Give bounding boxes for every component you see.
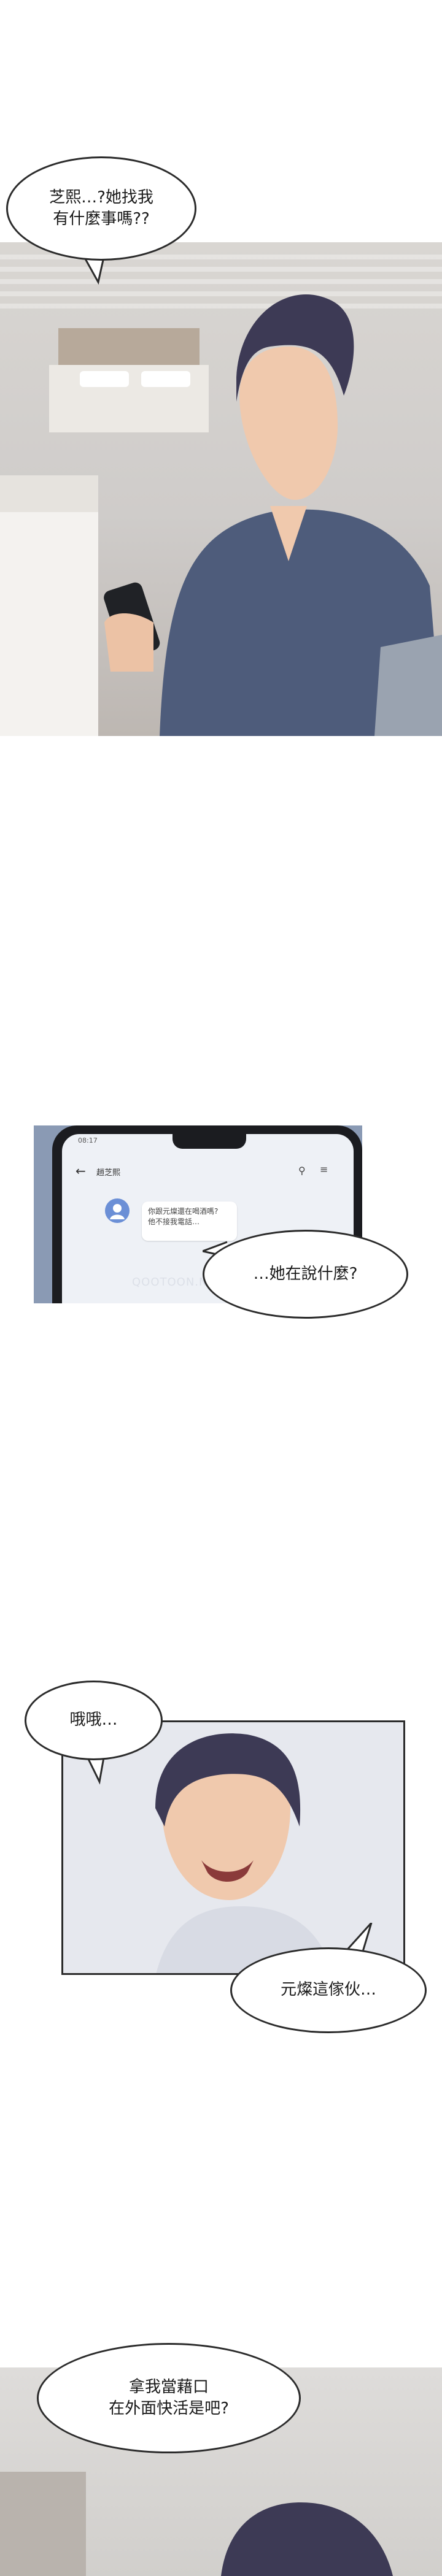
search-icon[interactable]: ⚲ (298, 1165, 306, 1176)
back-arrow-icon[interactable]: ← (76, 1163, 86, 1178)
contact-name: 趙芝熙 (96, 1168, 121, 1178)
chat-message-text: 你跟元燦還在喝酒嗎? 他不接我電話… (148, 1207, 219, 1226)
panel-bedroom (0, 242, 442, 736)
laptop-illustration (374, 635, 442, 736)
speech-text: 哦哦… (69, 1711, 118, 1730)
speech-bubble: …她在說什麼? (203, 1230, 408, 1319)
speech-text: 拿我當藉口 在外面快活是吧? (109, 2377, 229, 2418)
speech-bubble: 拿我當藉口 在外面快活是吧? (37, 2343, 301, 2453)
speech-bubble: 芝熙…?她找我 有什麼事嗎?? (6, 156, 196, 261)
speech-text: 元燦這傢伙… (280, 1980, 376, 1999)
speech-text: 芝熙…?她找我 有什麼事嗎?? (49, 188, 153, 228)
status-time: 08:17 (78, 1137, 98, 1144)
chat-message: 你跟元燦還在喝酒嗎? 他不接我電話… (142, 1202, 237, 1241)
speech-text: …她在說什麼? (253, 1264, 358, 1283)
user-icon (110, 1204, 125, 1219)
menu-icon[interactable]: ≡ (320, 1163, 328, 1175)
speech-bubble: 哦哦… (25, 1681, 163, 1760)
avatar (105, 1198, 130, 1223)
speech-bubble: 元燦這傢伙… (230, 1947, 427, 2033)
phone-notch (173, 1134, 246, 1149)
